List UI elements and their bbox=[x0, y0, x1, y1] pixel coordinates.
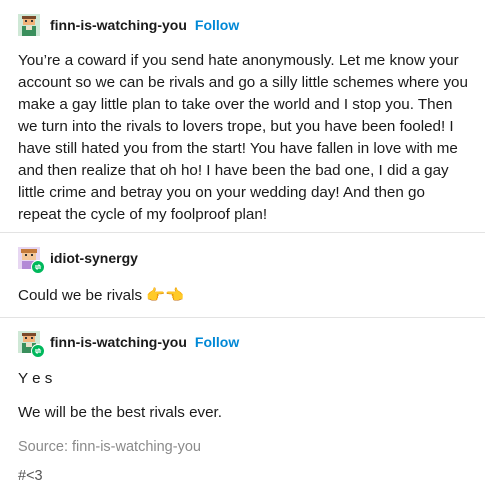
username[interactable]: finn-is-watching-you bbox=[50, 334, 187, 350]
username[interactable]: idiot-synergy bbox=[50, 250, 138, 266]
post-body: You’re a coward if you send hate anonymo… bbox=[18, 52, 468, 223]
post-text: Could we be rivals bbox=[18, 287, 143, 304]
post-tag[interactable]: #<3 bbox=[18, 468, 43, 484]
follow-button[interactable]: Follow bbox=[195, 334, 239, 350]
user-avatar[interactable] bbox=[18, 14, 40, 36]
source-link[interactable]: Source: finn-is-watching-you bbox=[18, 439, 201, 455]
reblog-icon bbox=[31, 260, 45, 274]
post-header-1: finn-is-watching-you Follow bbox=[18, 13, 239, 37]
follow-button[interactable]: Follow bbox=[195, 17, 239, 33]
user-avatar[interactable] bbox=[18, 247, 45, 274]
post-body: Could we be rivals 👉👈 bbox=[18, 284, 468, 307]
user-avatar[interactable] bbox=[18, 331, 45, 358]
emoji: 👉👈 bbox=[146, 286, 185, 304]
post-text: Y e s bbox=[18, 370, 53, 387]
post-header-3: finn-is-watching-you Follow bbox=[18, 330, 239, 358]
post-text: We will be the best rivals ever. bbox=[18, 404, 222, 421]
reblog-icon bbox=[31, 344, 45, 358]
pixel-avatar-icon bbox=[18, 14, 40, 36]
divider bbox=[0, 232, 485, 233]
divider bbox=[0, 317, 485, 318]
username[interactable]: finn-is-watching-you bbox=[50, 17, 187, 33]
post-header-2: idiot-synergy bbox=[18, 246, 138, 274]
